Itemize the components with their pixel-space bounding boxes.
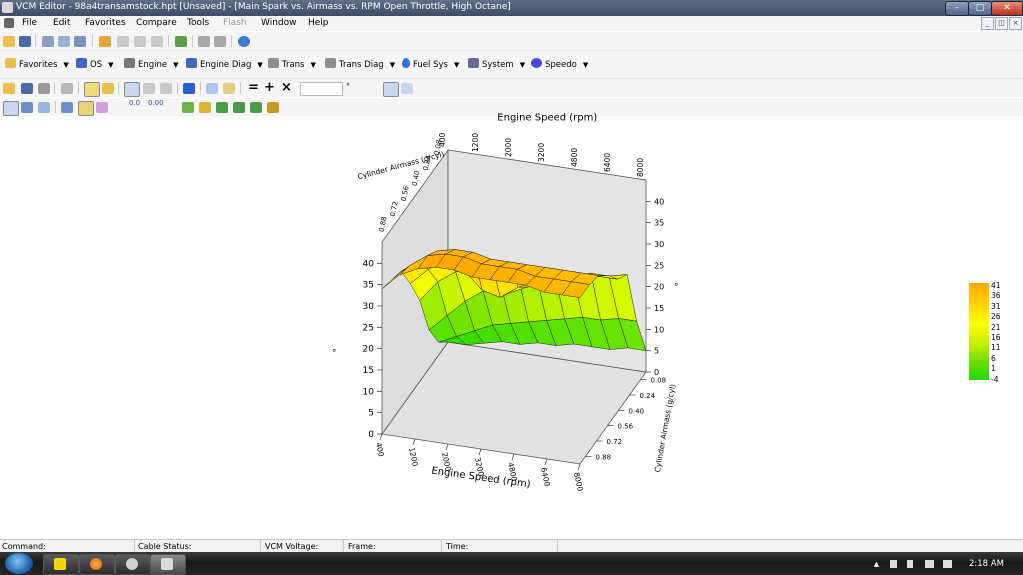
x-tick-label-top: 2000 bbox=[504, 138, 513, 157]
z-unit-label: ° bbox=[332, 349, 337, 359]
z-tick-label-right: 5 bbox=[654, 347, 659, 356]
z-tick-label: 30 bbox=[363, 302, 375, 312]
x-tick-label: 1200 bbox=[407, 447, 420, 468]
surface-chart[interactable]: 400 1200 2000 3200 4800 6400 8000400 1200 2000 32… bbox=[0, 0, 1023, 575]
legend-label: 16 bbox=[991, 333, 1001, 342]
y-axis-title: Cylinder Airmass (g/cyl) bbox=[653, 383, 677, 473]
legend-label: 26 bbox=[991, 312, 1001, 322]
x-tick-mark bbox=[412, 438, 416, 446]
legend-label: 21 bbox=[991, 322, 1001, 332]
legend-label: 31 bbox=[991, 301, 1001, 311]
y-tick-label: 0.24 bbox=[640, 392, 656, 400]
legend-label: -4 bbox=[991, 374, 999, 384]
x-tick-mark bbox=[577, 463, 581, 471]
taskbar-app-4[interactable] bbox=[150, 554, 186, 575]
legend-label: 6 bbox=[991, 353, 996, 363]
status-command: Command: bbox=[2, 542, 46, 551]
app-shortcut-icon bbox=[54, 558, 66, 570]
tray-expand-icon[interactable]: ▲ bbox=[872, 560, 881, 568]
y-tick-label: 0.72 bbox=[607, 438, 623, 446]
z-tick-label: 0 bbox=[368, 430, 374, 440]
vcm-editor-icon bbox=[126, 558, 138, 570]
z-tick-label-right: 15 bbox=[654, 304, 664, 313]
z-tick-label-right: 40 bbox=[654, 197, 664, 206]
y-tick-label-top: 0.72 bbox=[389, 200, 400, 217]
status-frame: Frame: bbox=[348, 542, 376, 551]
x-tick-label-top: 8000 bbox=[636, 158, 645, 177]
firefox-icon bbox=[90, 558, 102, 570]
x-axis-title-top: Engine Speed (rpm) bbox=[497, 113, 597, 124]
status-time: Time: bbox=[446, 542, 469, 551]
z-tick-label-right: 35 bbox=[654, 219, 664, 228]
z-tick-label-right: 10 bbox=[654, 325, 664, 334]
x-tick-label: 400 bbox=[374, 442, 386, 458]
window-app-icon bbox=[161, 558, 173, 570]
z-tick-label-right: 30 bbox=[654, 240, 664, 249]
y-tick-label: 0.08 bbox=[651, 377, 667, 385]
x-tick-label-top: 1200 bbox=[471, 133, 480, 152]
taskbar: ▲ 2:18 AM bbox=[0, 552, 1023, 575]
battery-icon[interactable] bbox=[907, 560, 913, 568]
status-bar: Command: Cable Status: VCM Voltage: Fram… bbox=[0, 539, 1023, 553]
x-tick-label-top: 4800 bbox=[570, 148, 579, 167]
y-tick-label: 0.88 bbox=[596, 453, 612, 461]
z-tick-label: 25 bbox=[363, 323, 374, 333]
volume-icon[interactable] bbox=[943, 560, 952, 568]
status-cable: Cable Status: bbox=[138, 542, 192, 551]
x-tick-mark bbox=[511, 453, 515, 461]
z-tick-label: 5 bbox=[368, 409, 374, 419]
x-tick-mark bbox=[478, 448, 482, 456]
z-tick-label: 20 bbox=[363, 345, 375, 355]
x-tick-mark bbox=[379, 433, 383, 441]
y-tick-label: 0.40 bbox=[629, 407, 645, 415]
flag-icon[interactable] bbox=[890, 560, 897, 568]
signal-icon[interactable] bbox=[925, 560, 934, 568]
x-tick-label-top: 6400 bbox=[603, 153, 612, 172]
z-tick-label: 35 bbox=[363, 281, 374, 291]
taskbar-firefox[interactable] bbox=[79, 554, 115, 575]
status-voltage: VCM Voltage: bbox=[265, 542, 319, 551]
y-tick-label-top: 0.40 bbox=[411, 170, 422, 187]
start-button[interactable] bbox=[5, 553, 33, 574]
color-legend-bar bbox=[969, 283, 989, 380]
z-tick-label-right: 0 bbox=[654, 368, 659, 377]
legend-label: 1 bbox=[991, 364, 996, 374]
x-tick-label: 8000 bbox=[572, 472, 585, 493]
x-tick-mark bbox=[445, 443, 449, 451]
z-unit-label-right: ° bbox=[674, 283, 679, 293]
z-tick-label-right: 25 bbox=[654, 261, 664, 270]
clock[interactable]: 2:18 AM bbox=[969, 559, 1004, 569]
x-tick-label-top: 3200 bbox=[537, 143, 546, 162]
taskbar-vcm-editor[interactable] bbox=[115, 554, 151, 575]
y-tick-label-top: 0.56 bbox=[400, 185, 411, 202]
y-tick-label: 0.56 bbox=[618, 423, 634, 431]
x-tick-label: 6400 bbox=[539, 467, 552, 488]
legend-label: 11 bbox=[991, 343, 1001, 353]
legend-label: 36 bbox=[991, 291, 1001, 301]
z-tick-label: 15 bbox=[363, 366, 374, 376]
y-tick-label-top: 0.88 bbox=[378, 216, 389, 233]
taskbar-app-1[interactable] bbox=[43, 554, 79, 575]
x-tick-mark bbox=[544, 458, 548, 466]
z-tick-label: 40 bbox=[363, 259, 375, 269]
z-tick-label: 10 bbox=[363, 387, 375, 397]
z-tick-label-right: 20 bbox=[654, 283, 664, 292]
legend-label: 41 bbox=[991, 281, 1001, 290]
